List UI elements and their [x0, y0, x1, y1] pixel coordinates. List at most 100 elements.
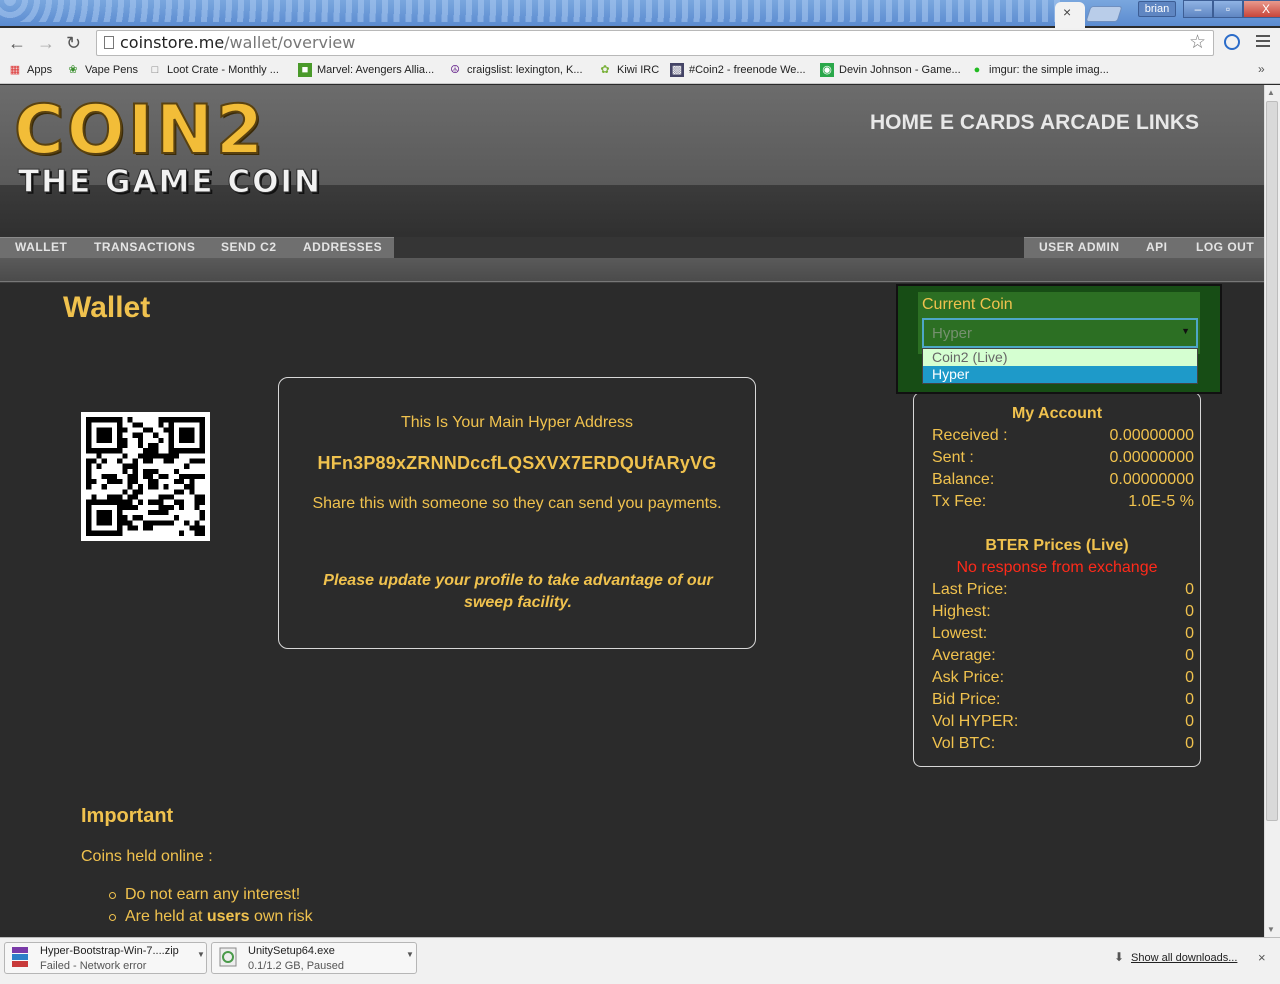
download-name: Hyper-Bootstrap-Win-7....zip — [40, 945, 179, 957]
qr-module — [148, 473, 154, 480]
bookmark-imgur[interactable]: ● imgur: the simple imag... — [970, 63, 1109, 77]
qr-module — [127, 417, 133, 423]
qr-module — [148, 442, 154, 449]
qr-module — [132, 463, 138, 469]
qr-module — [184, 520, 190, 526]
bookmark-marvel[interactable]: ■ Marvel: Avengers Allia... — [298, 63, 434, 77]
qr-module — [122, 515, 128, 521]
bookmark-vape-pens[interactable]: ❀ Vape Pens — [66, 63, 138, 77]
new-tab-button[interactable] — [1085, 6, 1123, 22]
qr-module — [137, 442, 143, 449]
current-coin-panel: Current Coin Hyper ▼ Coin2 (Live) Hyper — [896, 284, 1222, 394]
qr-module — [132, 504, 138, 511]
back-arrow-icon[interactable]: ← — [8, 33, 26, 54]
important-heading: Important — [81, 805, 174, 827]
bookmark-apps[interactable]: ▦ Apps — [8, 63, 52, 77]
qr-module — [163, 504, 169, 511]
restore-button[interactable]: ▫ — [1213, 0, 1243, 18]
bookmark-star-icon[interactable]: ☆ — [1189, 31, 1206, 54]
url-text[interactable]: coinstore.me/wallet/overview — [120, 33, 355, 52]
my-account-heading: My Account — [1011, 405, 1103, 422]
qr-module — [106, 494, 112, 500]
address-box-title: This Is Your Main Hyper Address — [400, 414, 634, 431]
scroll-down-icon[interactable]: ▼ — [1267, 925, 1275, 934]
subnav-transactions[interactable]: TRANSACTIONS — [94, 240, 195, 254]
nav-links[interactable]: LINKS — [1136, 111, 1199, 135]
marvel-icon: ■ — [298, 63, 312, 77]
qr-module — [194, 499, 200, 505]
peace-icon: ☮ — [450, 64, 460, 76]
bookmark-craigslist[interactable]: ☮ craigslist: lexington, K... — [448, 63, 583, 77]
nav-arcade[interactable]: ARCADE — [1040, 111, 1130, 135]
bookmark-devin-johnson[interactable]: ◉ Devin Johnson - Game... — [820, 63, 961, 77]
minimize-button[interactable]: – — [1183, 0, 1213, 18]
site-logo[interactable]: COIN2 — [13, 94, 266, 168]
subnav-addresses[interactable]: ADDRESSES — [303, 240, 382, 254]
qr-module — [189, 489, 195, 495]
coin-option-hyper[interactable]: Hyper — [923, 366, 1197, 383]
subnav-log-out[interactable]: LOG OUT — [1196, 240, 1254, 254]
qr-module — [127, 499, 133, 505]
qr-module — [132, 489, 138, 495]
qr-module — [122, 453, 128, 459]
current-coin-selected-value: Hyper — [932, 325, 973, 342]
wallet-address[interactable]: HFn3P89xZRNNDccfLQSXVX7ERDQUfARyVG — [279, 453, 755, 474]
bookmarks-more-icon[interactable]: » — [1258, 62, 1265, 76]
bookmark-coin2-freenode[interactable]: ▩ #Coin2 - freenode We... — [670, 63, 806, 77]
qr-module — [122, 442, 128, 449]
qr-module — [163, 520, 169, 526]
subnav-user-admin[interactable]: USER ADMIN — [1039, 240, 1120, 254]
bookmark-loot-crate[interactable]: □ Loot Crate - Monthly ... — [148, 63, 279, 77]
download-menu-icon[interactable]: ▼ — [406, 950, 414, 959]
account-row-received: Received :0.00000000 — [932, 427, 1194, 444]
qr-module — [163, 510, 169, 516]
reload-icon[interactable]: ↻ — [66, 33, 81, 54]
subnav-send-c2[interactable]: SEND C2 — [221, 240, 277, 254]
nav-ecards[interactable]: E CARDS — [940, 111, 1035, 135]
qr-module — [91, 494, 97, 500]
close-shelf-icon[interactable]: × — [1258, 950, 1266, 965]
forward-arrow-icon[interactable]: → — [37, 33, 55, 54]
qr-module — [199, 499, 205, 505]
download-menu-icon[interactable]: ▼ — [197, 950, 205, 959]
sweep-notice[interactable]: Please update your profile to take advan… — [309, 570, 727, 614]
nav-home[interactable]: HOME — [870, 111, 933, 135]
coin-option-coin2[interactable]: Coin2 (Live) — [923, 349, 1197, 366]
scrollbar-thumb[interactable] — [1266, 101, 1278, 821]
close-window-button[interactable]: X — [1243, 0, 1280, 18]
show-all-downloads-link[interactable]: Show all downloads... — [1131, 952, 1237, 964]
qr-module — [122, 463, 128, 469]
price-row-highest: Highest: 0 — [932, 603, 1194, 620]
qr-module — [142, 473, 149, 480]
qr-module — [173, 499, 180, 505]
qr-module — [153, 453, 159, 459]
qr-module — [199, 510, 205, 516]
qr-module — [148, 499, 154, 505]
menu-icon[interactable] — [1256, 35, 1270, 47]
qr-module — [142, 520, 149, 526]
subnav-wallet[interactable]: WALLET — [15, 240, 67, 254]
subnav-api[interactable]: API — [1146, 240, 1168, 254]
qr-module — [137, 499, 143, 505]
qr-module — [199, 530, 205, 536]
qr-module — [106, 479, 112, 485]
qr-module — [132, 432, 138, 438]
qr-module — [194, 494, 200, 500]
qr-module — [189, 473, 195, 480]
user-profile-button[interactable]: brian — [1138, 1, 1176, 17]
price-row-last: Last Price: 0 — [932, 581, 1194, 598]
extension-icon[interactable] — [1224, 34, 1240, 50]
scroll-up-icon[interactable]: ▲ — [1267, 88, 1275, 97]
qr-module — [173, 515, 180, 521]
archive-file-icon — [12, 947, 28, 967]
header-divider-band — [0, 258, 1264, 282]
account-row-tx-fee: Tx Fee: 1.0E-5 % — [932, 493, 1194, 510]
qr-module — [158, 473, 164, 480]
qr-module — [173, 468, 180, 474]
qr-module — [132, 515, 138, 521]
current-coin-select[interactable]: Hyper ▼ — [922, 318, 1198, 348]
qr-module — [117, 494, 123, 500]
bookmark-kiwi-irc[interactable]: ✿ Kiwi IRC — [598, 63, 659, 77]
tab-close-icon[interactable]: × — [1063, 4, 1071, 20]
account-panel: My Account Received :0.00000000 Sent :0.… — [913, 392, 1201, 767]
